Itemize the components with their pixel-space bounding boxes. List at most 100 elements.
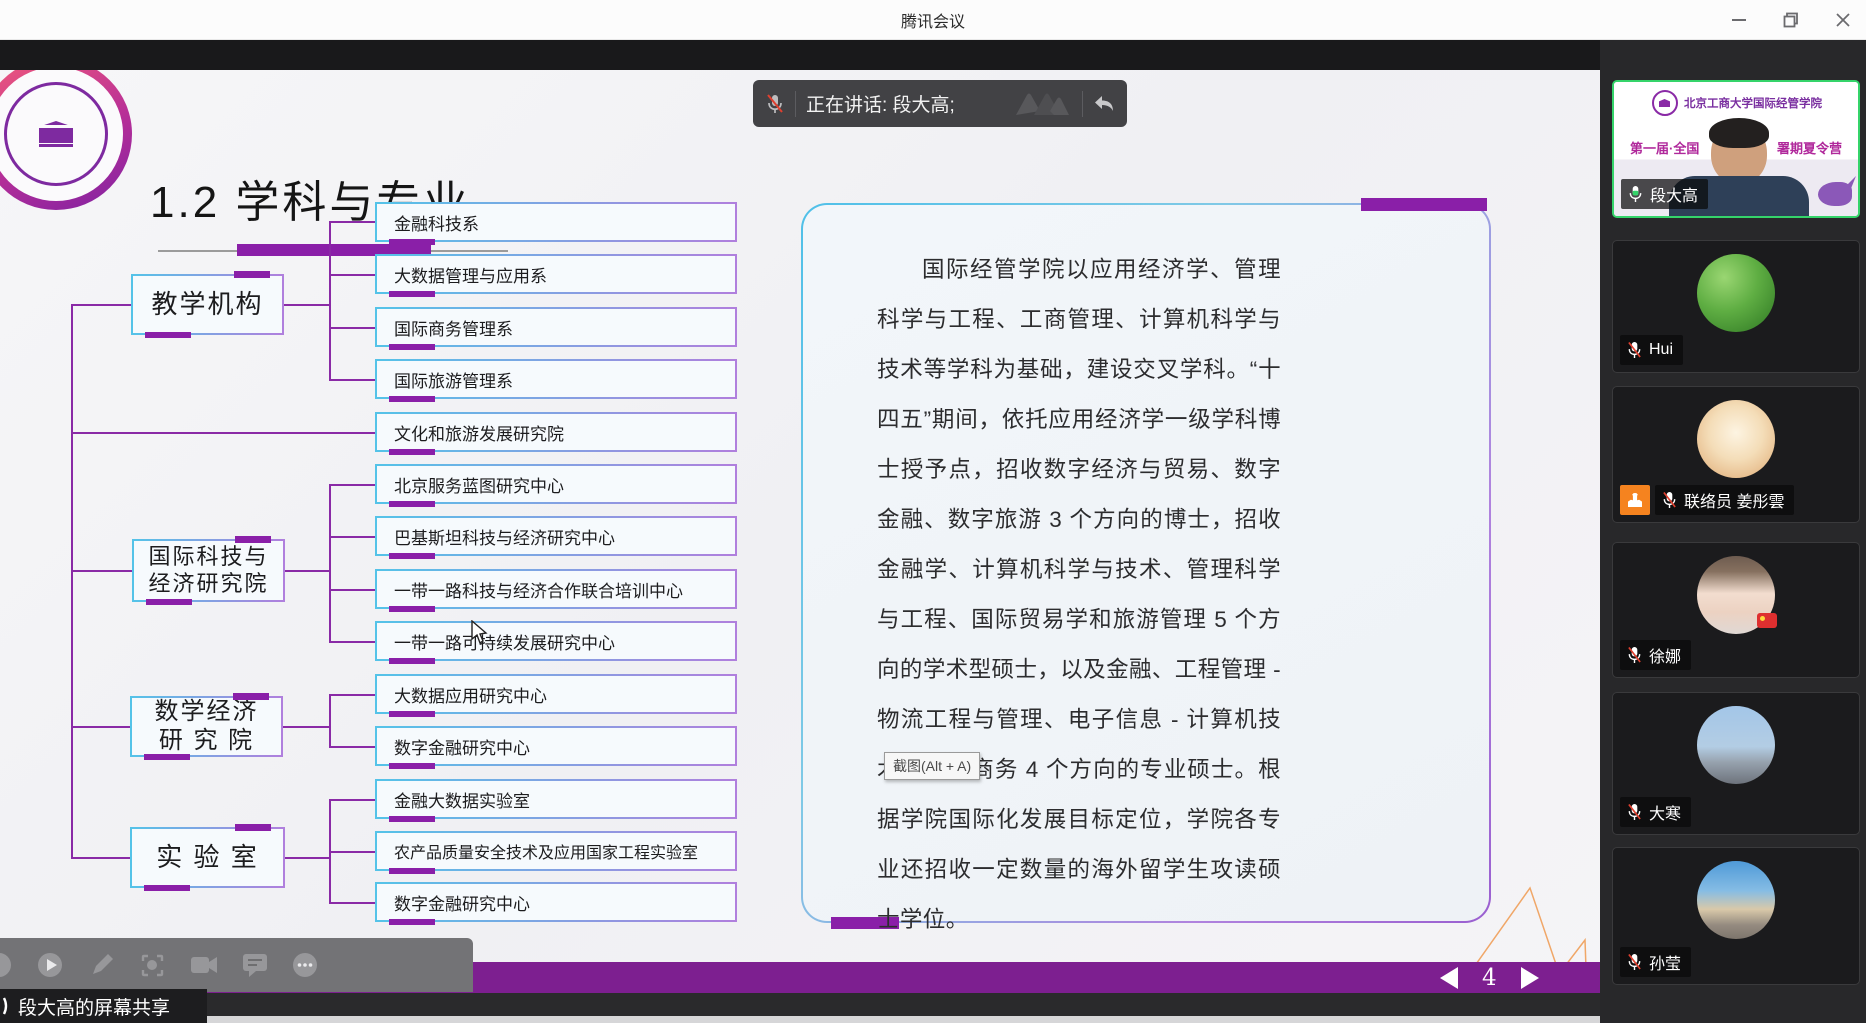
speaker-icon (0, 996, 8, 1016)
participant-video-tile[interactable]: 徐娜 (1612, 542, 1860, 678)
connector-line (329, 851, 375, 853)
screen-share-text: 段大高的屏幕共享 (18, 993, 170, 1020)
slide-page-navigation: 4 (1440, 962, 1539, 993)
pen-icon[interactable] (88, 952, 115, 979)
connector-line (284, 304, 330, 306)
minimize-button[interactable] (1726, 7, 1752, 33)
contact-person-badge (1620, 485, 1650, 515)
org-child-label: 金融科技系 (394, 210, 479, 235)
restore-button[interactable] (1778, 7, 1804, 33)
tencent-meeting-window: 腾讯会议 1.2 学科与专业 (0, 0, 1866, 1023)
more-icon[interactable] (292, 952, 319, 979)
next-slide-button[interactable] (1521, 967, 1539, 989)
university-logo (0, 70, 132, 210)
org-parent-box: 国际科技与 经济研究院 (132, 539, 285, 602)
close-button[interactable] (1830, 7, 1856, 33)
org-child-label: 北京服务蓝图研究中心 (394, 472, 564, 497)
divider (795, 91, 796, 117)
org-child-box: 北京服务蓝图研究中心 (375, 464, 737, 504)
screenshot-tooltip: 截图(Alt + A) (884, 752, 980, 780)
participants-panel: 北京工商大学国际经管学院 第一届·全国 署期夏令营 2 段大高 (1600, 40, 1866, 1023)
close-icon (1835, 12, 1851, 28)
participant-name: 徐娜 (1649, 643, 1681, 667)
connector-line (329, 799, 375, 801)
org-child-box: 一带一路科技与经济合作联合培训中心 (375, 569, 737, 609)
participant-name: 联络员 姜彤雲 (1684, 488, 1784, 512)
org-child-box: 大数据应用研究中心 (375, 674, 737, 714)
participant-video-tile[interactable]: 孙莹 (1612, 847, 1860, 985)
mic-muted-icon (1627, 646, 1642, 664)
reply-arrow-icon[interactable] (1093, 94, 1115, 114)
previous-slide-button[interactable] (1440, 967, 1458, 989)
camera-icon[interactable] (190, 952, 217, 979)
mouse-cursor (471, 620, 489, 644)
participant-name-chip: 大寒 (1620, 797, 1691, 827)
connector-line (71, 857, 130, 859)
connector-line (329, 484, 375, 486)
org-parent-box: 实 验 室 (130, 827, 285, 888)
participant-video-tile[interactable]: 大寒 (1612, 692, 1860, 835)
flag-badge (1757, 613, 1777, 628)
person-head (1711, 122, 1767, 184)
participant-name: 段大高 (1650, 182, 1698, 206)
connector-line (329, 327, 375, 329)
org-child-box: 数字金融研究中心 (375, 726, 737, 766)
mic-muted-icon (1627, 803, 1642, 821)
org-child-box: 大数据管理与应用系 (375, 254, 737, 294)
meeting-logo-icon (1014, 89, 1072, 119)
org-child-label: 大数据应用研究中心 (394, 682, 547, 707)
org-child-label: 大数据管理与应用系 (394, 262, 547, 287)
speaking-indicator-banner: 正在讲话: 段大高; (753, 80, 1127, 127)
play-icon[interactable] (37, 952, 64, 979)
connector-line (71, 304, 131, 306)
video-banner-line2-right: 署期夏令营 (1777, 138, 1842, 157)
org-child-label: 数字金融研究中心 (394, 734, 530, 759)
org-child-label: 数字金融研究中心 (394, 890, 530, 915)
org-child-box: 一带一路可持续发展研究中心 (375, 621, 737, 661)
shared-slide: 1.2 学科与专业 教学机构 国际科技与 (0, 70, 1600, 1023)
video-banner-line1: 北京工商大学国际经管学院 (1684, 95, 1822, 111)
window-bottom-edge (85, 1016, 1600, 1023)
org-child-label: 金融大数据实验室 (394, 787, 530, 812)
participant-name-chip: 孙莹 (1620, 947, 1691, 977)
mic-muted-icon (1627, 341, 1642, 359)
connector-line (329, 379, 375, 381)
org-child-box: 金融科技系 (375, 202, 737, 242)
mic-on-icon (1628, 185, 1643, 203)
page-number: 4 (1482, 965, 1497, 991)
participant-name-chip: 段大高 (1621, 179, 1708, 209)
window-title: 腾讯会议 (901, 8, 965, 32)
connector-line (329, 221, 375, 223)
connector-line (329, 694, 331, 748)
connector-line (71, 570, 132, 572)
partial-icon[interactable] (0, 952, 13, 979)
restore-icon (1783, 12, 1799, 28)
laser-icon[interactable] (139, 952, 166, 979)
divider (1082, 91, 1083, 117)
speaking-text: 正在讲话: 段大高; (806, 90, 955, 117)
comment-icon[interactable] (241, 952, 268, 979)
org-child-label: 国际商务管理系 (394, 315, 513, 340)
connector-line (283, 726, 330, 728)
avatar (1697, 706, 1775, 784)
org-child-label: 国际旅游管理系 (394, 367, 513, 392)
org-child-box: 国际旅游管理系 (375, 359, 737, 399)
participant-video-tile[interactable]: Hui (1612, 240, 1860, 373)
connector-line (285, 570, 330, 572)
connector-line (329, 274, 375, 276)
org-parent-label: 数学经济 研 究 院 (155, 698, 259, 756)
intro-text-panel: 国际经管学院以应用经济学、管理科学与工程、工商管理、计算机科学与技术等学科为基础… (801, 203, 1491, 923)
connector-line (329, 902, 375, 904)
participant-video-tile[interactable]: 联络员 姜彤雲 (1612, 386, 1860, 523)
org-child-box: 文化和旅游发展研究院 (375, 412, 737, 452)
org-child-label: 一带一路科技与经济合作联合培训中心 (394, 577, 683, 602)
avatar (1697, 556, 1775, 634)
connector-line (71, 304, 73, 859)
connector-line (71, 432, 375, 434)
panel-accent-bar (1361, 198, 1487, 211)
mic-muted-icon (765, 93, 785, 115)
connector-line (285, 857, 330, 859)
participant-video-tile[interactable]: 北京工商大学国际经管学院 第一届·全国 署期夏令营 2 段大高 (1612, 80, 1860, 218)
participant-name-chip: 联络员 姜彤雲 (1655, 485, 1794, 515)
screen-share-banner: 段大高的屏幕共享 (0, 989, 207, 1023)
